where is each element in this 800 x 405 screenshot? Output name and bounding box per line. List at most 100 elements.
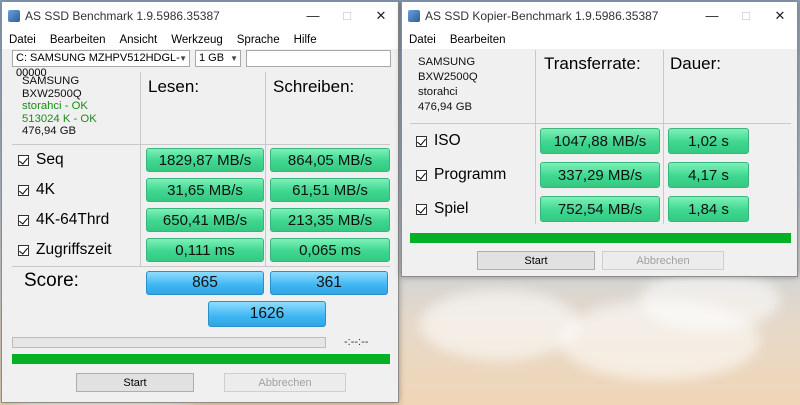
divider — [140, 72, 141, 266]
copy-progress-bar-complete — [410, 233, 791, 243]
duration-column-header: Dauer: — [670, 54, 722, 73]
row-label-text: Zugriffszeit — [36, 241, 112, 258]
menu-datei[interactable]: Datei — [2, 34, 43, 46]
copy-start-button[interactable]: Start — [477, 251, 595, 270]
write-column-header: Schreiben: — [273, 77, 355, 96]
cancel-button[interactable]: Abbrechen — [224, 373, 346, 392]
divider — [410, 123, 791, 124]
size-select[interactable]: 1 GB ▼ — [195, 50, 241, 67]
access-write-result: 0,065 ms — [270, 238, 390, 262]
seq-read-result: 1829,87 MB/s — [146, 148, 264, 172]
divider — [12, 266, 390, 267]
divider — [663, 50, 664, 224]
benchmark-title: AS SSD Benchmark 1.9.5986.35387 — [25, 9, 220, 23]
drive-capacity: 476,94 GB — [22, 125, 77, 137]
row-label-text: 4K — [36, 181, 55, 198]
dropdown-arrow-icon: ▼ — [179, 54, 187, 63]
driver-name: storahci — [418, 86, 458, 98]
checkbox-checked-icon[interactable] — [416, 135, 427, 147]
copy-menubar: Datei Bearbeiten — [402, 30, 797, 49]
menu-bearbeiten[interactable]: Bearbeiten — [43, 34, 113, 46]
checkbox-checked-icon[interactable] — [416, 203, 427, 215]
comment-input[interactable] — [246, 50, 391, 67]
row-label-text: ISO — [434, 132, 461, 149]
menu-sprache[interactable]: Sprache — [230, 34, 287, 46]
benchmark-titlebar: AS SSD Benchmark 1.9.5986.35387 — □ ✕ — [2, 2, 398, 30]
4k64-read-result: 650,41 MB/s — [146, 208, 264, 232]
close-icon[interactable]: ✕ — [763, 2, 797, 30]
cloud — [420, 290, 580, 360]
minimize-icon[interactable]: — — [296, 2, 330, 30]
row-iso-label[interactable]: ISO — [416, 132, 461, 150]
iso-time-result: 1,02 s — [668, 128, 749, 154]
4k-read-result: 31,65 MB/s — [146, 178, 264, 202]
drive-capacity: 476,94 GB — [418, 101, 473, 113]
copy-titlebar: AS SSD Kopier-Benchmark 1.9.5986.35387 —… — [402, 2, 797, 30]
copy-benchmark-window: AS SSD Kopier-Benchmark 1.9.5986.35387 —… — [401, 1, 798, 277]
elapsed-timer: -:--:-- — [344, 336, 369, 348]
row-programm-label[interactable]: Programm — [416, 166, 506, 184]
menu-datei[interactable]: Datei — [402, 34, 443, 46]
checkbox-checked-icon[interactable] — [18, 154, 29, 166]
benchmark-window: AS SSD Benchmark 1.9.5986.35387 — □ ✕ Da… — [1, 1, 399, 403]
dropdown-arrow-icon: ▼ — [230, 54, 238, 63]
menu-hilfe[interactable]: Hilfe — [287, 34, 324, 46]
4k-write-result: 61,51 MB/s — [270, 178, 390, 202]
row-label-text: Seq — [36, 151, 64, 168]
menu-werkzeug[interactable]: Werkzeug — [164, 34, 230, 46]
size-select-value: 1 GB — [199, 52, 225, 64]
benchmark-menubar: Datei Bearbeiten Ansicht Werkzeug Sprach… — [2, 30, 398, 49]
drive-vendor: SAMSUNG — [22, 75, 80, 87]
row-spiel-label[interactable]: Spiel — [416, 200, 468, 218]
checkbox-checked-icon[interactable] — [18, 214, 29, 226]
row-4k-label[interactable]: 4K — [18, 181, 55, 199]
4k64-write-result: 213,35 MB/s — [270, 208, 390, 232]
progress-bar-complete — [12, 354, 390, 364]
row-seq-label[interactable]: Seq — [18, 151, 64, 169]
transferrate-column-header: Transferrate: — [544, 54, 641, 73]
spiel-time-result: 1,84 s — [668, 196, 749, 222]
iso-rate-result: 1047,88 MB/s — [540, 128, 660, 154]
minimize-icon[interactable]: — — [695, 2, 729, 30]
close-icon[interactable]: ✕ — [364, 2, 398, 30]
driver-status: storahci - OK — [22, 100, 88, 112]
seq-write-result: 864,05 MB/s — [270, 148, 390, 172]
checkbox-checked-icon[interactable] — [18, 244, 29, 256]
copy-drive-info: SAMSUNG BXW2500Q storahci 476,94 GB — [418, 55, 478, 115]
score-read: 865 — [146, 271, 264, 295]
copy-cancel-button[interactable]: Abbrechen — [602, 251, 724, 270]
row-label-text: Programm — [434, 166, 507, 183]
checkbox-checked-icon[interactable] — [18, 184, 29, 196]
menu-ansicht[interactable]: Ansicht — [112, 34, 164, 46]
row-label-text: 4K-64Thrd — [36, 211, 110, 228]
read-column-header: Lesen: — [148, 77, 200, 96]
divider — [265, 72, 266, 266]
divider — [535, 50, 536, 224]
row-access-label[interactable]: Zugriffszeit — [18, 241, 112, 259]
drive-model: BXW2500Q — [22, 87, 82, 100]
score-label: Score: — [24, 270, 79, 291]
programm-time-result: 4,17 s — [668, 162, 749, 188]
drive-info: SAMSUNG BXW2500Q storahci - OK 513024 K … — [22, 75, 97, 138]
menu-bearbeiten[interactable]: Bearbeiten — [443, 34, 513, 46]
row-label-text: Spiel — [434, 200, 469, 217]
app-icon — [8, 10, 20, 22]
programm-rate-result: 337,29 MB/s — [540, 162, 660, 188]
app-icon — [408, 10, 420, 22]
copy-title: AS SSD Kopier-Benchmark 1.9.5986.35387 — [425, 9, 659, 23]
maximize-icon[interactable]: □ — [330, 2, 364, 30]
score-write: 361 — [270, 271, 388, 295]
access-read-result: 0,111 ms — [146, 238, 264, 262]
drive-vendor: SAMSUNG — [418, 56, 476, 68]
checkbox-checked-icon[interactable] — [416, 169, 427, 181]
maximize-icon[interactable]: □ — [729, 2, 763, 30]
cloud — [640, 270, 780, 330]
progress-bar-idle — [12, 337, 326, 348]
row-4k64-label[interactable]: 4K-64Thrd — [18, 211, 109, 229]
drive-model: BXW2500Q — [418, 71, 478, 83]
drive-select[interactable]: C: SAMSUNG MZHPV512HDGL-00000 ▼ — [12, 50, 190, 79]
start-button[interactable]: Start — [76, 373, 194, 392]
divider — [12, 144, 390, 145]
spiel-rate-result: 752,54 MB/s — [540, 196, 660, 222]
alignment-status: 513024 K - OK — [22, 112, 97, 125]
